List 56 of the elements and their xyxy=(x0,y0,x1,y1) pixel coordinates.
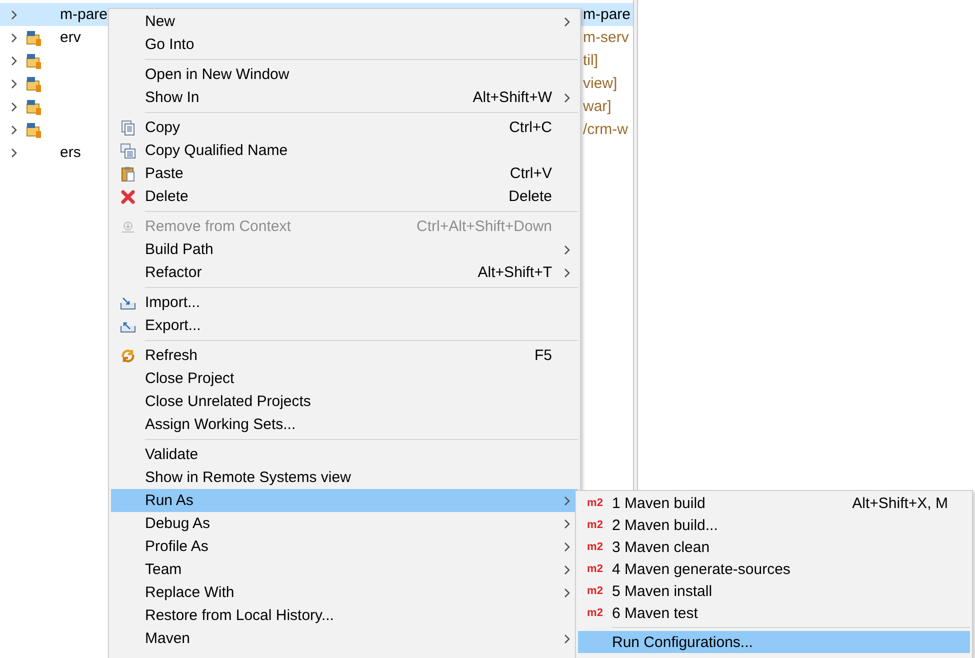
project-name: erv xyxy=(60,29,81,46)
menu-label: New xyxy=(145,13,176,30)
shortcut-label: Delete xyxy=(508,188,552,205)
shortcut-label: Alt+Shift+X, M xyxy=(852,494,948,512)
shortcut-label: Ctrl+C xyxy=(509,119,552,136)
menu-label: Debug As xyxy=(145,515,212,532)
shortcut-label: Alt+Shift+W xyxy=(472,89,552,106)
menu-label: Export... xyxy=(145,317,202,334)
project-label: m-serv xyxy=(583,29,630,46)
menu-label: Show in Remote Systems view xyxy=(145,469,352,486)
project-label: m-pare xyxy=(583,6,632,23)
menu-label: 4 Maven generate-sources xyxy=(612,560,792,578)
menu-label: 6 Maven test xyxy=(612,604,699,622)
menu-label: Maven xyxy=(145,630,192,647)
maven-icon: m2 xyxy=(587,497,603,509)
project-label: til] xyxy=(583,52,599,69)
menu-label: Delete xyxy=(145,188,190,205)
project-label: view] xyxy=(583,75,618,92)
project-name: ers xyxy=(60,144,81,161)
menu-label: Copy Qualified Name xyxy=(145,142,289,159)
maven-icon: m2 xyxy=(587,585,603,597)
menu-label: Paste xyxy=(145,165,184,182)
menu-label: Refactor xyxy=(145,264,203,281)
menu-label: Open in New Window xyxy=(145,66,290,83)
maven-icon: m2 xyxy=(587,607,603,619)
menu-label: Close Project xyxy=(145,370,236,387)
menu-label: Refresh xyxy=(145,347,199,364)
menu-label: Close Unrelated Projects xyxy=(145,393,312,410)
menu-label: Team xyxy=(145,561,183,578)
menu-label: Run As xyxy=(145,492,194,509)
menu-label: Show In xyxy=(145,89,200,106)
menu-label: 5 Maven install xyxy=(612,582,714,600)
menu-label: Build Path xyxy=(145,241,214,258)
project-label: war] xyxy=(583,98,612,115)
menu-label: Restore from Local History... xyxy=(145,607,335,624)
shortcut-label: Ctrl+V xyxy=(510,165,552,182)
menu-label: Import... xyxy=(145,294,202,311)
maven-icon: m2 xyxy=(587,519,603,531)
menu-label: 1 Maven build xyxy=(612,494,706,512)
menu-label: Assign Working Sets... xyxy=(145,416,297,433)
shortcut-label: Ctrl+Alt+Shift+Down xyxy=(416,218,552,235)
menu-label: Replace With xyxy=(145,584,236,601)
maven-icon: m2 xyxy=(587,563,603,575)
shortcut-label: Alt+Shift+T xyxy=(478,264,552,281)
menu-label: 2 Maven build... xyxy=(612,516,719,534)
menu-label: Profile As xyxy=(145,538,210,555)
menu-label: Validate xyxy=(145,446,200,463)
maven-icon: m2 xyxy=(587,541,603,553)
menu-label: 3 Maven clean xyxy=(612,538,711,556)
project-label: /crm-w xyxy=(583,121,629,138)
menu-label: Copy xyxy=(145,119,182,136)
shortcut-label: F5 xyxy=(534,347,552,364)
project-name: m-pare xyxy=(60,6,108,23)
menu-label: Run Configurations... xyxy=(612,634,754,650)
menu-label: Go Into xyxy=(145,36,196,53)
menu-label: Remove from Context xyxy=(145,218,292,235)
